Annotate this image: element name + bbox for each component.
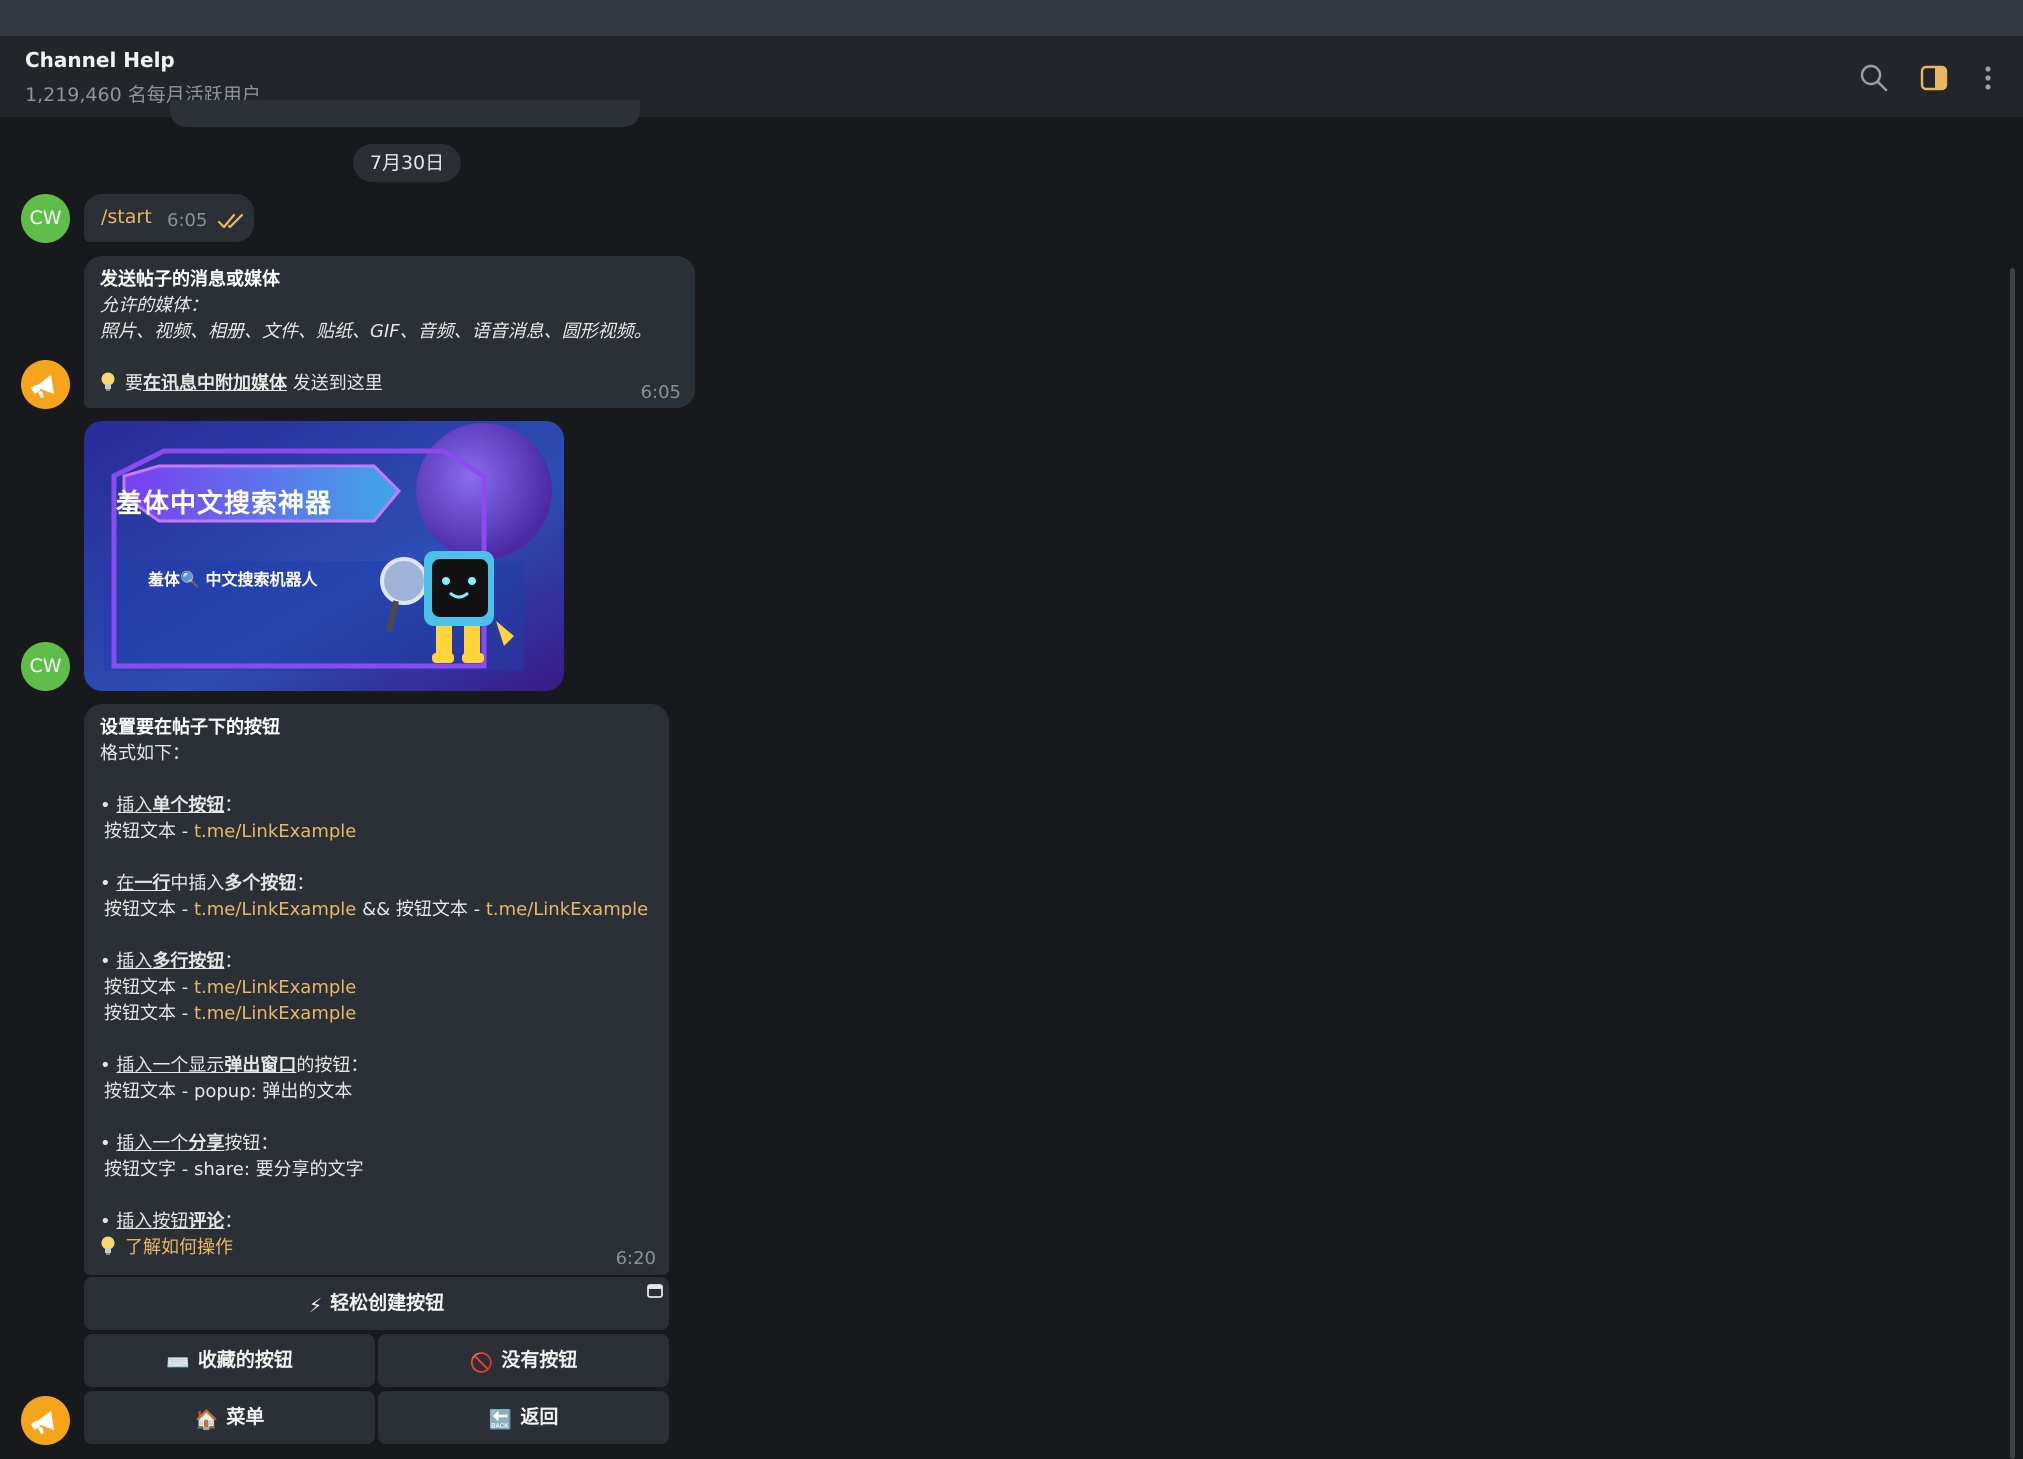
example-link[interactable]: t.me/LinkExample <box>194 899 356 920</box>
previous-message-bubble <box>170 100 640 127</box>
lightning-icon: ⚡ <box>308 1295 323 1317</box>
avatar[interactable]: CW <box>21 194 70 243</box>
easy-create-button[interactable]: ⚡ 轻松创建按钮 <box>84 1277 669 1330</box>
lightbulb-icon <box>101 1236 115 1255</box>
bot-avatar[interactable] <box>21 1396 70 1445</box>
avatar[interactable]: CW <box>21 642 70 691</box>
more-vertical-icon[interactable] <box>1970 60 2006 96</box>
format-label: 格式如下： <box>100 743 190 764</box>
message-title: 设置要在帖子下的按钮 <box>100 717 280 738</box>
example-line: 按钮文本 - t.me/LinkExample <box>104 821 357 842</box>
section-multi-row: • 插入多行按钮： <box>100 951 243 972</box>
keyboard-icon: ⌨️ <box>166 1352 190 1374</box>
window-titlebar <box>0 0 2023 36</box>
example-line: 按钮文本 - t.me/LinkExample <box>104 977 357 998</box>
back-button[interactable]: 🔙 返回 <box>378 1391 669 1444</box>
house-icon: 🏠 <box>194 1409 219 1431</box>
message-title: 发送帖子的消息或媒体 <box>100 269 280 290</box>
attach-media-link[interactable]: 在讯息中附加媒体 <box>143 373 287 394</box>
menu-button[interactable]: 🏠 菜单 <box>84 1391 375 1444</box>
banner-image[interactable]: 羞体中文搜索神器 羞体🔍 中文搜索机器人 <box>84 421 564 691</box>
learn-more-line: 了解如何操作 <box>100 1235 233 1261</box>
allowed-media-label: 允许的媒体： <box>100 295 208 316</box>
learn-how-link[interactable]: 了解如何操作 <box>125 1237 233 1258</box>
megaphone-icon <box>31 1411 54 1434</box>
section-share: • 插入一个分享按钮： <box>100 1133 279 1154</box>
double-check-icon <box>218 213 244 229</box>
command-text[interactable]: /start <box>101 206 152 228</box>
prohibited-icon: 🚫 <box>469 1352 494 1374</box>
scrollbar[interactable] <box>2010 268 2015 1459</box>
example-link[interactable]: t.me/LinkExample <box>194 977 356 998</box>
megaphone-icon <box>31 375 54 398</box>
message-bubble-start[interactable]: /start 6:05 <box>84 194 254 242</box>
example-line: 按钮文本 - t.me/LinkExample <box>104 1003 357 1024</box>
example-link[interactable]: t.me/LinkExample <box>194 1003 356 1024</box>
sidebar-toggle-icon[interactable] <box>1916 60 1952 96</box>
example-line: 按钮文字 - share: 要分享的文字 <box>104 1159 364 1180</box>
saved-buttons-button[interactable]: ⌨️ 收藏的按钮 <box>84 1334 375 1387</box>
banner-subtitle: 羞体🔍 中文搜索机器人 <box>148 570 318 589</box>
webapp-window-icon <box>647 1284 663 1298</box>
lightbulb-icon <box>101 372 115 391</box>
tip-line: 要在讯息中附加媒体 发送到这里 <box>100 371 383 397</box>
banner-artwork <box>84 421 564 691</box>
section-single-button: • 插入单个按钮： <box>100 795 243 816</box>
example-link[interactable]: t.me/LinkExample <box>486 899 648 920</box>
example-line: 按钮文本 - t.me/LinkExample && 按钮文本 - t.me/L… <box>104 899 649 920</box>
message-time: 6:05 <box>167 210 208 231</box>
tip-prefix: 要 <box>125 373 143 394</box>
search-icon[interactable] <box>1856 60 1892 96</box>
example-link[interactable]: t.me/LinkExample <box>194 821 356 842</box>
back-arrow-icon: 🔙 <box>488 1409 513 1431</box>
message-bubble-button-setup[interactable]: 设置要在帖子下的按钮 格式如下： • 插入单个按钮： 按钮文本 - t.me/L… <box>84 704 669 1275</box>
no-buttons-button[interactable]: 🚫 没有按钮 <box>378 1334 669 1387</box>
chat-title[interactable]: Channel Help <box>25 48 175 72</box>
section-popup: • 插入一个显示弹出窗口的按钮： <box>100 1055 369 1076</box>
section-multi-button-row: • 在一行中插入多个按钮： <box>100 873 315 894</box>
bot-avatar[interactable] <box>21 360 70 409</box>
tip-suffix: 发送到这里 <box>287 373 383 394</box>
message-time: 6:05 <box>640 382 681 403</box>
message-bubble-media-prompt[interactable]: 发送帖子的消息或媒体 允许的媒体： 照片、视频、相册、文件、贴纸、GIF、音频、… <box>84 256 695 408</box>
date-separator[interactable]: 7月30日 <box>353 144 461 182</box>
example-line: 按钮文本 - popup: 弹出的文本 <box>104 1081 353 1102</box>
allowed-media-list: 照片、视频、相册、文件、贴纸、GIF、音频、语音消息、圆形视频。 <box>100 321 652 342</box>
message-time: 6:20 <box>615 1248 656 1269</box>
banner-title: 羞体中文搜索神器 <box>115 489 332 519</box>
section-comments: • 插入按钮评论： <box>100 1211 243 1232</box>
